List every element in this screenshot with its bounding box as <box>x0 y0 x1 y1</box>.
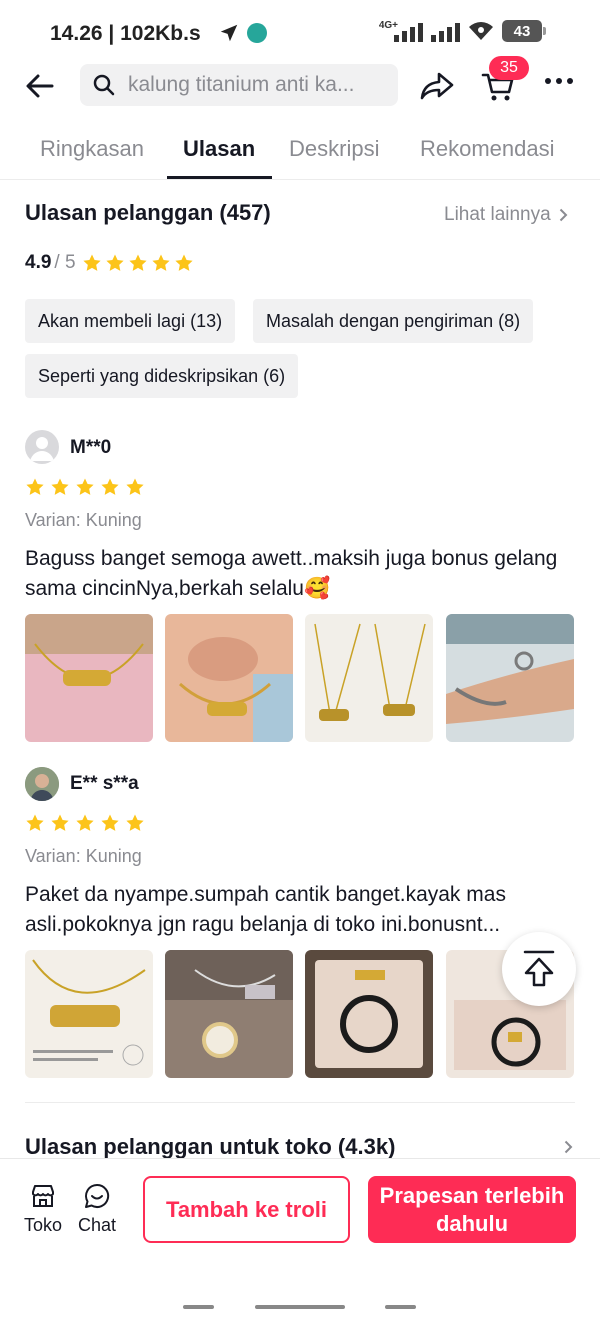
review-photo[interactable] <box>446 614 574 742</box>
star-icon <box>105 253 125 273</box>
tab-deskripsi[interactable]: Deskripsi <box>289 136 379 162</box>
star-icon <box>50 477 70 497</box>
filter-chip-as-described[interactable]: Seperti yang dideskripsikan (6) <box>25 354 299 398</box>
gesture-bar-right <box>385 1305 416 1309</box>
star-icon <box>25 813 45 833</box>
review-variant: Varian: Kuning <box>25 510 142 530</box>
review-photo[interactable] <box>25 950 153 1078</box>
back-arrow-icon[interactable] <box>24 70 56 102</box>
share-icon[interactable] <box>420 70 454 102</box>
review-photo[interactable] <box>165 614 293 742</box>
reviews-title: Ulasan pelanggan (457) <box>25 200 271 225</box>
gesture-bar-left <box>183 1305 214 1309</box>
review-photo[interactable] <box>305 614 433 742</box>
add-to-cart-button[interactable]: Tambah ke troli <box>143 1176 350 1243</box>
review-photo[interactable] <box>165 950 293 1078</box>
star-icon <box>75 477 95 497</box>
location-arrow-icon <box>220 24 238 42</box>
whatsapp-icon <box>247 23 267 43</box>
chevron-right-icon <box>559 208 568 222</box>
search-bar[interactable]: kalung titanium anti ka... <box>80 64 398 106</box>
signal-icon <box>394 20 423 42</box>
active-tab-indicator <box>167 176 272 179</box>
review-photo[interactable] <box>305 950 433 1078</box>
filter-chip-shipping-issue[interactable]: Masalah dengan pengiriman (8) <box>253 299 534 343</box>
battery-icon: 43 <box>502 20 546 42</box>
rating-summary: 4.9 / 5 <box>25 252 194 274</box>
see-more-label: Lihat lainnya <box>444 204 551 225</box>
store-reviews-title[interactable]: Ulasan pelanggan untuk toko (4.3k) <box>25 1134 395 1160</box>
star-icon <box>100 813 120 833</box>
tab-rekomendasi[interactable]: Rekomendasi <box>420 136 555 162</box>
search-placeholder: kalung titanium anti ka... <box>128 73 355 96</box>
reviewer-name: M**0 <box>70 437 112 458</box>
star-icon <box>128 253 148 273</box>
review-variant: Varian: Kuning <box>25 846 142 866</box>
arrow-up-icon <box>523 950 555 987</box>
star-icon <box>25 477 45 497</box>
top-header: kalung titanium anti ka... 35 <box>0 56 600 110</box>
status-bar: 14.26 | 102Kb.s 4G+ 43 <box>0 0 600 64</box>
see-more-link[interactable]: Lihat lainnya <box>444 204 568 226</box>
store-button[interactable]: Toko <box>24 1183 62 1236</box>
star-icon <box>100 477 120 497</box>
chat-label: Chat <box>78 1215 117 1235</box>
star-icon <box>50 813 70 833</box>
bottom-action-bar: Toko Chat Tambah ke troli Prapesan terle… <box>0 1158 600 1258</box>
star-icon <box>125 477 145 497</box>
status-time: 14.26 | 102Kb.s <box>50 22 201 45</box>
cart-count-badge: 35 <box>489 56 529 80</box>
chat-button[interactable]: Chat <box>78 1183 116 1236</box>
store-label: Toko <box>24 1215 63 1235</box>
reviewer-name: E** s**a <box>70 773 139 794</box>
tab-ulasan[interactable]: Ulasan <box>183 136 255 162</box>
star-icon <box>151 253 171 273</box>
review-photo[interactable] <box>25 614 153 742</box>
review-stars <box>25 477 145 497</box>
star-icon <box>75 813 95 833</box>
more-options-icon[interactable] <box>545 78 573 84</box>
section-tabs: Ringkasan Ulasan Deskripsi Rekomendasi <box>0 128 600 180</box>
wifi-icon <box>469 22 493 40</box>
review-text: Baguss banget semoga awett..maksih juga … <box>25 547 558 600</box>
review-text: Paket da nyampe.sumpah cantik banget.kay… <box>25 883 506 936</box>
search-icon <box>93 74 115 96</box>
rating-stars <box>82 253 194 273</box>
tab-ringkasan[interactable]: Ringkasan <box>40 136 144 162</box>
avatar <box>25 430 59 464</box>
filter-chip-buy-again[interactable]: Akan membeli lagi (13) <box>25 299 236 343</box>
rating-scale: / 5 <box>54 252 76 273</box>
rating-score: 4.9 <box>25 252 52 273</box>
signal-icon-2 <box>431 20 460 42</box>
store-icon <box>32 1185 55 1207</box>
gesture-bar-home[interactable] <box>255 1305 345 1309</box>
preorder-button[interactable]: Prapesan terlebih dahulu <box>368 1176 576 1243</box>
chevron-right-icon[interactable] <box>564 1140 573 1154</box>
star-icon <box>125 813 145 833</box>
star-icon <box>82 253 102 273</box>
section-divider <box>25 1102 575 1103</box>
review-stars <box>25 813 145 833</box>
scroll-to-top-button[interactable] <box>502 932 576 1006</box>
star-icon <box>174 253 194 273</box>
avatar <box>25 767 59 801</box>
chat-icon <box>85 1183 110 1208</box>
